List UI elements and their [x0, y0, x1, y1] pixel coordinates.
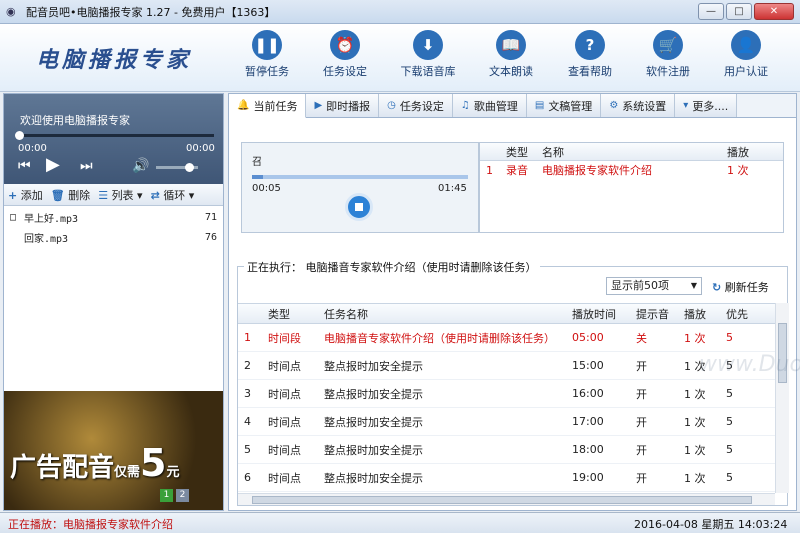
- playlist-toolbar: + 添加 🗑 删除 ☰ 列表 ▾ ⇄ 循环 ▾: [4, 184, 223, 206]
- tab-more[interactable]: ▾ 更多....: [675, 94, 738, 117]
- stop-button[interactable]: [345, 193, 373, 221]
- current-task-table: 类型 名称 播放 1 录音 电脑播报专家软件介绍 1 次: [479, 142, 784, 233]
- app-logo: 电脑播报专家: [36, 47, 193, 73]
- help-icon: ?: [575, 30, 605, 60]
- pause-icon: ❚❚: [252, 30, 282, 60]
- tab-system-settings[interactable]: ⚙ 系统设置: [601, 94, 676, 117]
- table-row[interactable]: 1 时间段 电脑播音专家软件介绍（使用时请删除该任务） 05:00 关 1 次5: [238, 324, 775, 352]
- document-icon: ▤: [534, 100, 545, 111]
- current-item-name: 召: [252, 157, 262, 168]
- app-icon: ◉: [6, 4, 16, 18]
- loop-button[interactable]: ⇄ 循环 ▾: [151, 187, 195, 203]
- refresh-task-button[interactable]: ↻ 刷新任务: [712, 279, 769, 295]
- bell-icon: 🔔: [237, 100, 250, 111]
- tab-task-settings[interactable]: ◷ 任务设定: [379, 94, 453, 117]
- next-icon[interactable]: ⏭: [80, 158, 93, 174]
- tab-bar: 🔔 当前任务 ▶ 即时播报 ◷ 任务设定 ♫ 歌曲管理 ▤ 文稿管理 ⚙ 系统设置 ▾ 更多.…: [229, 94, 796, 118]
- table-row[interactable]: 2 时间点 整点报时加安全提示 15:00 开 1 次5: [238, 352, 775, 380]
- ad-page-1[interactable]: 1: [160, 489, 173, 502]
- tab-current-task[interactable]: 🔔 当前任务: [229, 94, 307, 118]
- welcome-text: 欢迎使用电脑播报专家: [20, 114, 130, 127]
- book-icon: 📖: [496, 30, 526, 60]
- ad-banner[interactable]: 广告配音仅需5元 1 2: [4, 391, 223, 510]
- table-row[interactable]: 3 时间点 整点报时加安全提示 16:00 开 1 次5: [238, 380, 775, 408]
- progress-knob[interactable]: [15, 131, 24, 140]
- download-voice-button[interactable]: ⬇ 下载语音库: [393, 30, 463, 79]
- table-row[interactable]: 1 录音 电脑播报专家软件介绍 1 次: [480, 161, 783, 179]
- executing-group: 正在执行： 电脑播音专家软件介绍（使用时请删除该任务） 显示前50项 ▼ ↻ 刷新…: [237, 259, 789, 506]
- help-button[interactable]: ? 查看帮助: [555, 30, 625, 79]
- watermark: www.DuoTe.com: [699, 352, 800, 377]
- main-toolbar: 电脑播报专家 ❚❚ 暂停任务 ⏰ 任务设定 ⬇ 下载语音库 📖 文本朗读 ? 查看帮助 🛒…: [0, 24, 800, 92]
- loop-icon: ⇄: [150, 188, 160, 202]
- table-row[interactable]: 6 时间点 整点报时加安全提示 19:00 开 1 次5: [238, 464, 775, 492]
- minimize-button[interactable]: —: [698, 3, 724, 20]
- play-icon[interactable]: ▶: [46, 154, 60, 175]
- playlist: □ 早上好.mp3 71 回家.mp3 76: [4, 207, 223, 387]
- trash-icon: 🗑: [50, 188, 65, 202]
- list-button[interactable]: ☰ 列表 ▾: [98, 187, 142, 203]
- task-table: 类型 任务名称 播放时间 提示音 播放 优先 1 时间段 电脑播音专家软件介绍（使用时请删除该…: [238, 303, 775, 493]
- scroll-thumb[interactable]: [252, 496, 752, 504]
- add-button[interactable]: + 添加: [8, 187, 43, 203]
- current-progress-bar: [252, 175, 468, 179]
- register-button[interactable]: 🛒 软件注册: [633, 30, 703, 79]
- checkbox[interactable]: □: [10, 212, 24, 223]
- table-header: 类型 任务名称 播放时间 提示音 播放 优先: [238, 304, 775, 324]
- main-panel: 🔔 当前任务 ▶ 即时播报 ◷ 任务设定 ♫ 歌曲管理 ▤ 文稿管理 ⚙ 系统设置 ▾ 更多.…: [228, 93, 800, 511]
- volume-knob[interactable]: [184, 163, 194, 172]
- title-bar: ◉ 配音员吧•电脑播报专家 1.27 - 免费用户【1363】 — □ ✕: [0, 0, 800, 24]
- status-text: 正在播放：电脑播报专家软件介绍: [8, 518, 173, 531]
- table-row[interactable]: 4 时间点 整点报时加安全提示 17:00 开 1 次5: [238, 408, 775, 436]
- clock-icon: ◷: [387, 100, 396, 111]
- executing-title: 正在执行： 电脑播音专家软件介绍（使用时请删除该任务）: [244, 259, 540, 275]
- playlist-item[interactable]: □ 早上好.mp3 71: [4, 207, 223, 227]
- user-auth-button[interactable]: 👤 用户认证: [711, 30, 781, 79]
- add-icon: +: [8, 188, 18, 202]
- left-panel: 欢迎使用电脑播报专家 00:00 00:00 ⏮ ▶ ⏭ 🔊 + 添加 🗑 删除…: [3, 93, 224, 511]
- current-time: 00:05: [252, 183, 281, 194]
- user-icon: 👤: [731, 30, 761, 60]
- refresh-icon: ↻: [712, 281, 722, 294]
- ad-text: 广告配音仅需5元: [10, 441, 180, 485]
- volume-icon[interactable]: 🔊: [132, 158, 149, 174]
- tab-document-management[interactable]: ▤ 文稿管理: [526, 94, 602, 117]
- task-settings-button[interactable]: ⏰ 任务设定: [310, 30, 380, 79]
- window-title: 配音员吧•电脑播报专家 1.27 - 免费用户【1363】: [26, 5, 276, 19]
- chevron-down-icon: ▾: [683, 100, 689, 111]
- tab-song-management[interactable]: ♫ 歌曲管理: [452, 94, 527, 117]
- music-player: 欢迎使用电脑播报专家 00:00 00:00 ⏮ ▶ ⏭ 🔊: [4, 94, 223, 184]
- horizontal-scrollbar[interactable]: [238, 493, 775, 505]
- player-current-time: 00:00: [18, 143, 47, 154]
- pause-task-button[interactable]: ❚❚ 暂停任务: [232, 30, 302, 79]
- total-time: 01:45: [438, 183, 467, 194]
- status-bar: 正在播放：电脑播报专家软件介绍 2016-04-08 星期五 14:03:24: [0, 512, 800, 533]
- player-total-time: 00:00: [186, 143, 215, 154]
- gear-icon: ⚙: [609, 100, 619, 111]
- current-playing-panel: 召 00:05 01:45: [241, 142, 479, 233]
- chevron-down-icon: ▼: [690, 281, 697, 290]
- table-row[interactable]: 5 时间点 整点报时加安全提示 18:00 开 1 次5: [238, 436, 775, 464]
- delete-button[interactable]: 🗑 删除: [51, 187, 90, 203]
- alarm-clock-icon: ⏰: [330, 30, 360, 60]
- ad-page-2[interactable]: 2: [176, 489, 189, 502]
- list-icon: ☰: [98, 188, 109, 202]
- maximize-button[interactable]: □: [726, 3, 752, 20]
- previous-icon[interactable]: ⏮: [18, 158, 31, 174]
- tab-instant-broadcast[interactable]: ▶ 即时播报: [306, 94, 380, 117]
- download-icon: ⬇: [413, 30, 443, 60]
- player-progress-bar[interactable]: [15, 131, 214, 140]
- close-button[interactable]: ✕: [754, 3, 794, 20]
- vertical-scrollbar[interactable]: [775, 303, 789, 493]
- music-icon: ♫: [460, 100, 470, 111]
- text-reading-button[interactable]: 📖 文本朗读: [476, 30, 546, 79]
- play-circle-icon: ▶: [314, 100, 323, 111]
- cart-icon: 🛒: [653, 30, 683, 60]
- playlist-item[interactable]: 回家.mp3 76: [4, 227, 223, 247]
- status-datetime: 2016-04-08 星期五 14:03:24: [634, 518, 788, 531]
- display-count-select[interactable]: 显示前50项 ▼: [606, 277, 702, 295]
- volume-slider[interactable]: [156, 163, 198, 172]
